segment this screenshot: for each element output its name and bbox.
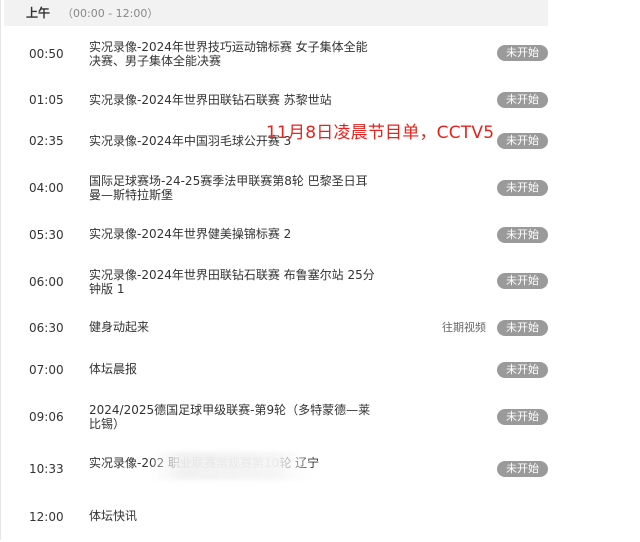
program-time: 04:00 [29, 181, 64, 195]
status-badge: 未开始 [497, 92, 548, 108]
program-time: 09:06 [29, 410, 64, 424]
program-title[interactable]: 实况录像-2024年世界技巧运动锦标赛 女子集体全能决赛、男子集体全能决赛 [89, 40, 379, 68]
program-row[interactable]: 05:30 实况录像-2024年世界健美操锦标赛 2 未开始 [0, 220, 640, 260]
program-time: 07:00 [29, 363, 64, 377]
status-badge: 未开始 [497, 320, 548, 336]
program-time: 06:30 [29, 321, 64, 335]
replay-videos-link[interactable]: 往期视频 [442, 321, 486, 335]
program-row[interactable]: 12:00 体坛快讯 [0, 502, 640, 542]
program-title[interactable]: 健身动起来 [89, 320, 379, 334]
status-badge: 未开始 [497, 180, 548, 196]
program-title[interactable]: 实况录像-2024年世界健美操锦标赛 2 [89, 227, 379, 241]
program-row[interactable]: 04:00 国际足球赛场-24-25赛季法甲联赛第8轮 巴黎圣日耳曼—斯特拉斯堡… [0, 173, 640, 213]
epg-page: 上午 （00:00 - 12:00） 00:50 实况录像-2024年世界技巧运… [0, 0, 640, 540]
status-badge: 未开始 [497, 133, 548, 149]
program-time: 10:33 [29, 462, 64, 476]
program-time: 12:00 [29, 510, 64, 524]
program-row[interactable]: 09:06 2024/2025德国足球甲级联赛-第9轮（多特蒙德—莱比锡） 未开… [0, 402, 640, 442]
program-time: 01:05 [29, 93, 64, 107]
program-time: 00:50 [29, 47, 64, 61]
program-row[interactable]: 00:50 实况录像-2024年世界技巧运动锦标赛 女子集体全能决赛、男子集体全… [0, 38, 640, 78]
program-time: 06:00 [29, 275, 64, 289]
period-header: 上午 （00:00 - 12:00） [4, 0, 548, 26]
program-row[interactable]: 07:00 体坛晨报 未开始 [0, 355, 640, 395]
program-title[interactable]: 国际足球赛场-24-25赛季法甲联赛第8轮 巴黎圣日耳曼—斯特拉斯堡 [89, 174, 379, 202]
program-title[interactable]: 体坛晨报 [89, 362, 379, 376]
overlay-caption: 11月8日凌晨节目单，CCTV5 [266, 123, 495, 143]
program-time: 02:35 [29, 134, 64, 148]
status-badge: 未开始 [497, 409, 548, 425]
status-badge: 未开始 [497, 227, 548, 243]
program-title[interactable]: 实况录像-2024年世界田联钻石联赛 苏黎世站 [89, 93, 379, 107]
status-badge: 未开始 [497, 273, 548, 289]
status-badge: 未开始 [497, 45, 548, 61]
period-range: （00:00 - 12:00） [62, 7, 159, 20]
program-time: 05:30 [29, 228, 64, 242]
status-badge: 未开始 [497, 461, 548, 477]
program-row[interactable]: 10:33 实况录像-202 职业联赛常规赛第10轮 辽宁 未开始 [0, 455, 640, 495]
period-label: 上午 [26, 6, 51, 20]
redaction-blur [152, 452, 308, 480]
program-row[interactable]: 06:00 实况录像-2024年世界田联钻石联赛 布鲁塞尔站 25分钟版 1 未… [0, 266, 640, 306]
program-title[interactable]: 实况录像-2024年世界田联钻石联赛 布鲁塞尔站 25分钟版 1 [89, 268, 379, 296]
program-title[interactable]: 体坛快讯 [89, 509, 379, 523]
program-title[interactable]: 2024/2025德国足球甲级联赛-第9轮（多特蒙德—莱比锡） [89, 403, 379, 431]
status-badge: 未开始 [497, 362, 548, 378]
program-row[interactable]: 06:30 健身动起来 往期视频 未开始 [0, 313, 640, 353]
